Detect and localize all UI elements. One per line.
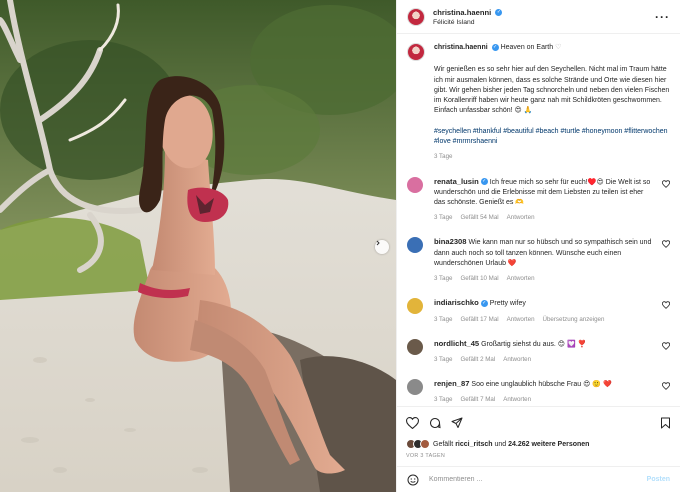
more-options-icon[interactable]: ··· [655, 10, 670, 24]
caption: christina.haenni ✓ Heaven on Earth ♡ Wir… [407, 43, 670, 163]
reply-button[interactable]: Antworten [503, 396, 531, 403]
caption-age: 3 Tage [434, 153, 453, 161]
likes-mid: und [492, 440, 509, 448]
comment-text: Pretty wifey [489, 300, 526, 308]
comment-bubble-icon[interactable] [429, 417, 441, 429]
instagram-post-view: christina.haenni ✓ Félicité Island ··· c… [0, 0, 680, 492]
comment-likes[interactable]: Gefällt 10 Mal [460, 275, 498, 282]
verified-badge-icon: ✓ [491, 43, 499, 51]
chevron-right-icon [376, 240, 380, 246]
next-photo-button[interactable] [375, 240, 389, 254]
caption-username[interactable]: christina.haenni [434, 44, 488, 51]
reply-button[interactable]: Antworten [507, 214, 535, 221]
comment-like-heart-icon[interactable] [662, 301, 670, 310]
post-photo[interactable] [0, 0, 396, 492]
share-send-icon[interactable] [451, 417, 463, 429]
verified-badge-icon: ✓ [480, 178, 488, 186]
translate-button[interactable]: Übersetzung anzeigen [543, 316, 605, 323]
commenter-avatar[interactable] [407, 176, 423, 193]
likes-prefix: Gefällt [433, 440, 456, 448]
commenter-username[interactable]: renata_lusin [434, 177, 479, 186]
comment-likes[interactable]: Gefällt 17 Mal [460, 316, 498, 323]
commenter-avatar[interactable] [407, 338, 423, 355]
likes-count[interactable]: 24.262 weitere Personen [508, 441, 589, 448]
commenter-username[interactable]: nordlicht_45 [434, 339, 479, 348]
author-avatar[interactable] [407, 7, 425, 26]
comment-text: Soo eine unglaublich hübsche Frau 😍 🙂 ❤️ [471, 381, 612, 389]
post-comment-button[interactable]: Posten [647, 476, 670, 483]
white-heart-icon: ♡ [555, 44, 562, 51]
commenter-avatar[interactable] [407, 298, 423, 315]
caption-avatar[interactable] [407, 43, 425, 61]
comment-composer: Posten [397, 466, 680, 492]
verified-badge-icon: ✓ [495, 8, 503, 16]
comment-like-heart-icon[interactable] [662, 240, 670, 249]
liker-avatar [420, 439, 430, 449]
comment-item: nordlicht_45 Großartig siehst du aus. 😊 … [407, 338, 670, 365]
comment-likes[interactable]: Gefällt 7 Mal [460, 396, 495, 403]
liker-username[interactable]: ricci_ritsch [455, 441, 492, 448]
comment-age: 3 Tage [434, 275, 453, 283]
comment-text: Wie kann man nur so hübsch und so sympat… [434, 239, 652, 267]
reply-button[interactable]: Antworten [507, 316, 535, 323]
comment-likes[interactable]: Gefällt 2 Mal [460, 356, 495, 363]
likes-summary: Gefällt ricci_ritsch und 24.262 weitere … [406, 439, 671, 449]
reply-button[interactable]: Antworten [503, 356, 531, 363]
comment-item: renjen_87 Soo eine unglaublich hübsche F… [407, 379, 670, 405]
beach-photo-image [0, 0, 396, 492]
comment-age: 3 Tage [434, 355, 453, 363]
commenter-avatar[interactable] [407, 379, 423, 396]
comments-scroll-area[interactable]: christina.haenni ✓ Heaven on Earth ♡ Wir… [397, 35, 680, 406]
comment-likes[interactable]: Gefällt 54 Mal [460, 214, 498, 221]
comment-input[interactable] [429, 476, 647, 483]
post-side-panel: christina.haenni ✓ Félicité Island ··· c… [396, 0, 680, 492]
post-header: christina.haenni ✓ Félicité Island ··· [397, 0, 680, 34]
emoji-icon[interactable] [407, 474, 419, 486]
commenter-username[interactable]: renjen_87 [434, 379, 469, 388]
author-username[interactable]: christina.haenni [433, 8, 491, 17]
commenter-avatar[interactable] [407, 237, 423, 254]
caption-text: Wir genießen es so sehr hier auf den Sey… [434, 66, 670, 115]
comment-like-heart-icon[interactable] [662, 341, 670, 350]
commenter-username[interactable]: bina2308 [434, 237, 467, 246]
like-heart-icon[interactable] [406, 417, 419, 429]
comment-item: renata_lusin ✓ Ich freue mich so sehr für… [407, 176, 670, 224]
comment-item: indiarischko ✓ Pretty wifey 3 Tage Gefällt … [407, 298, 670, 324]
comment-age: 3 Tage [434, 396, 453, 404]
comment-like-heart-icon[interactable] [662, 382, 670, 390]
comment-age: 3 Tage [434, 315, 453, 323]
commenter-username[interactable]: indiarischko [434, 298, 479, 307]
post-location[interactable]: Félicité Island [433, 19, 655, 26]
comment-age: 3 Tage [434, 214, 453, 222]
comment-text: Großartig siehst du aus. 😊 💟 ❣️ [481, 340, 587, 348]
post-actions: Gefällt ricci_ritsch und 24.262 weitere … [397, 406, 680, 449]
post-date[interactable]: VOR 3 TAGEN [406, 453, 445, 459]
verified-badge-icon: ✓ [480, 299, 488, 307]
comment-list: renata_lusin ✓ Ich freue mich so sehr für… [407, 176, 670, 406]
comment-like-heart-icon[interactable] [662, 179, 670, 188]
save-bookmark-icon[interactable] [660, 417, 671, 429]
caption-title: Heaven on Earth [500, 44, 554, 51]
comment-item: bina2308 Wie kann man nur so hübsch und … [407, 237, 670, 284]
caption-hashtags[interactable]: #seychellen #thankful #beautiful #beach … [434, 127, 670, 148]
reply-button[interactable]: Antworten [507, 275, 535, 282]
